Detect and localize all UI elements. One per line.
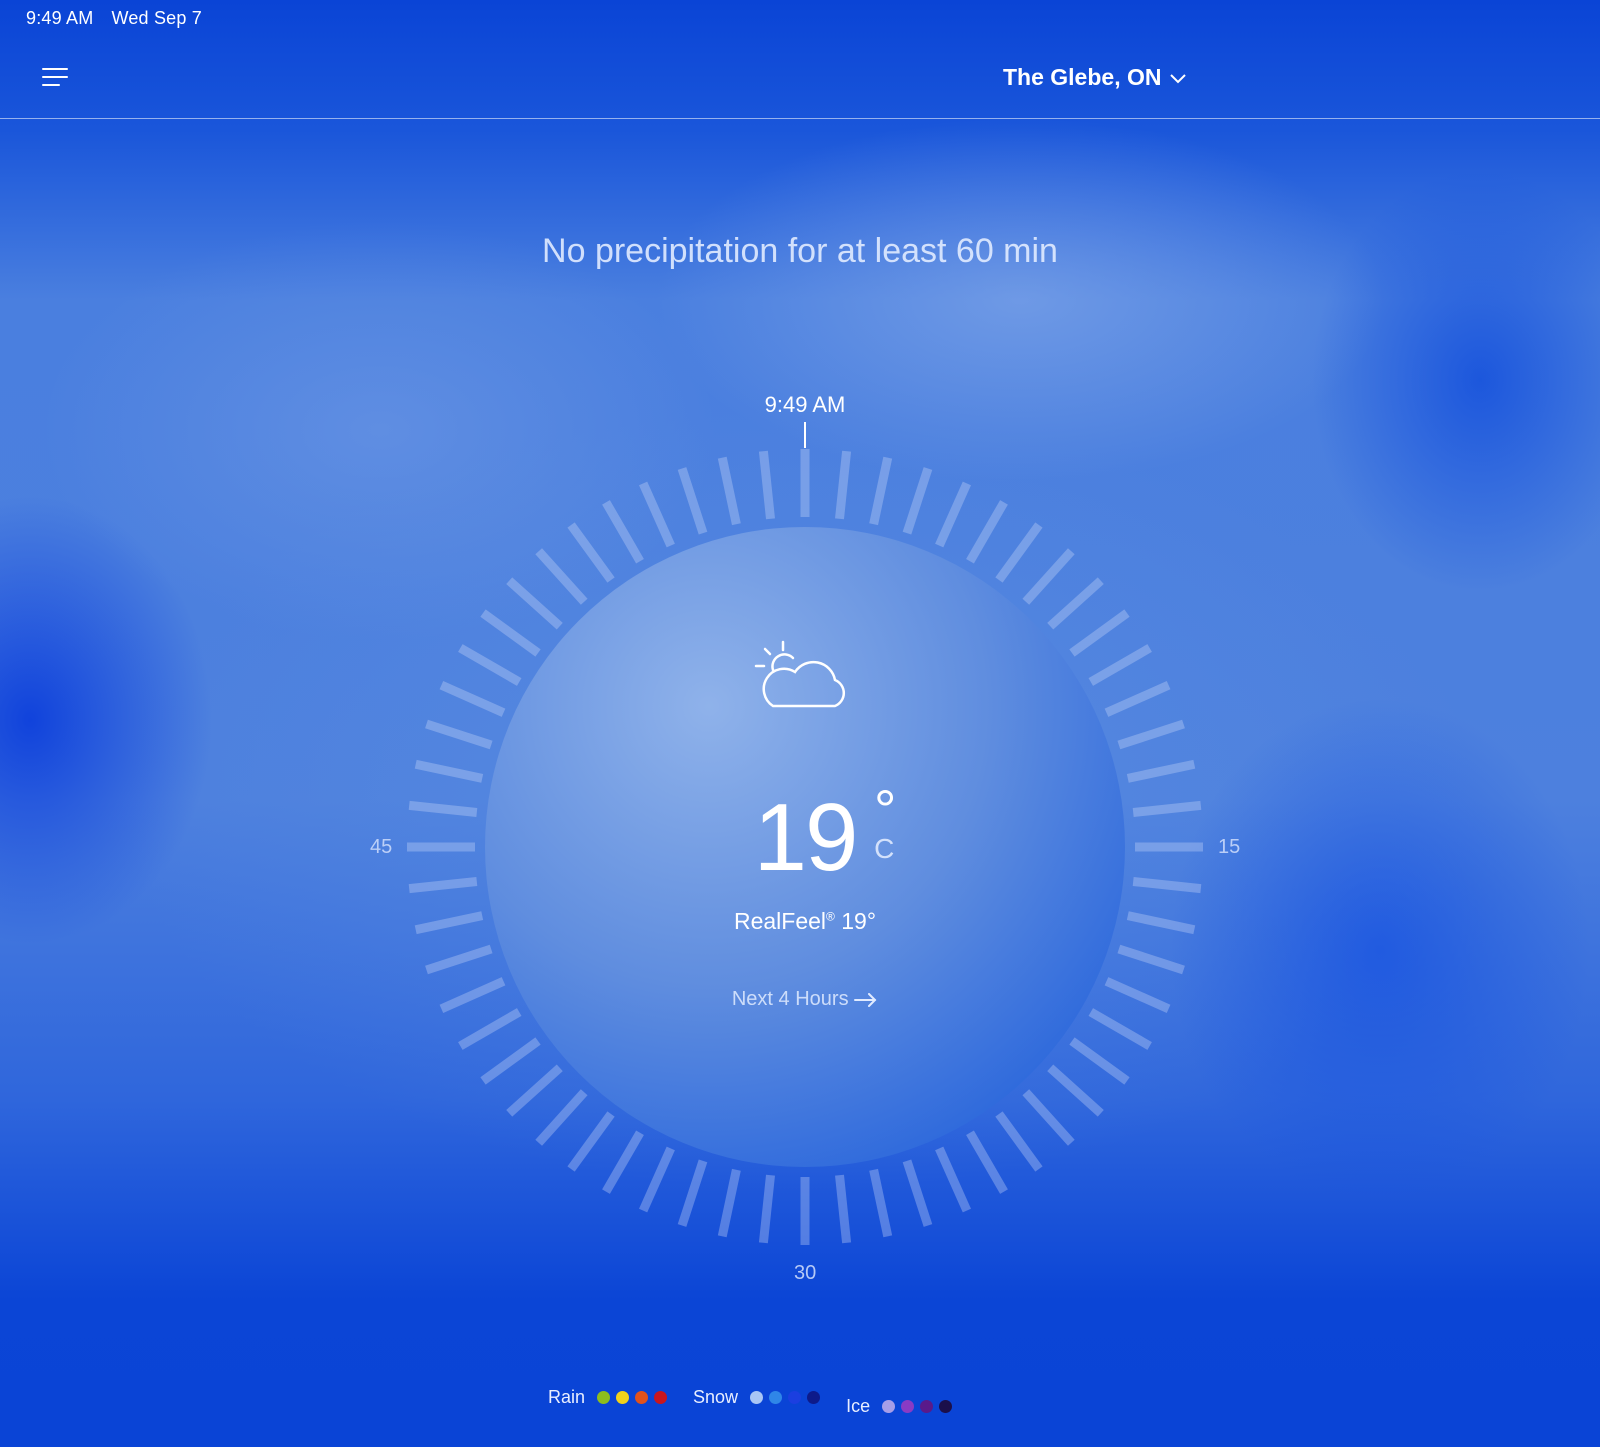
dial-tick bbox=[835, 450, 852, 520]
arrow-right-icon bbox=[854, 992, 877, 1007]
dial-label-45: 45 bbox=[370, 836, 393, 858]
legend-ice: Ice bbox=[846, 1396, 953, 1417]
dial-tick bbox=[758, 1174, 775, 1244]
dial-tick bbox=[677, 467, 708, 535]
dial-label-30: 30 bbox=[794, 1262, 817, 1284]
dial-tick bbox=[717, 456, 741, 526]
legend-color-dot bbox=[750, 1391, 764, 1404]
legend-rain: Rain bbox=[548, 1378, 668, 1417]
dial-tick bbox=[869, 456, 893, 526]
legend-color-dot bbox=[882, 1400, 896, 1413]
realfeel-readout: RealFeel® 19° bbox=[485, 908, 1125, 935]
current-conditions: 19 ° C RealFeel® 19° Next 4 Hours bbox=[485, 528, 1125, 1168]
dial-tick bbox=[677, 1159, 708, 1227]
legend-label: Rain bbox=[548, 1387, 586, 1407]
legend-color-dot bbox=[654, 1391, 668, 1404]
dial-tick bbox=[1126, 759, 1196, 783]
dial-tick bbox=[902, 467, 933, 535]
dial-tick bbox=[869, 1168, 893, 1238]
dial-tick bbox=[425, 944, 493, 975]
realfeel-mark: ® bbox=[826, 909, 835, 924]
legend-color-dot bbox=[769, 1391, 783, 1404]
dial-tick bbox=[1126, 911, 1196, 935]
precipitation-legend: Rain Snow Ice bbox=[548, 1378, 953, 1417]
dial-tick bbox=[414, 759, 484, 783]
realfeel-label: RealFeel bbox=[733, 908, 827, 934]
next-4-hours-label: Next 4 Hours bbox=[731, 988, 849, 1010]
dial-tick bbox=[408, 800, 478, 817]
legend-color-dot bbox=[597, 1391, 611, 1404]
dial-tick bbox=[758, 450, 775, 520]
legend-color-dot bbox=[635, 1391, 649, 1404]
dial-tick bbox=[1132, 800, 1202, 817]
realfeel-value: 19° bbox=[841, 908, 877, 934]
temperature-unit: C bbox=[874, 833, 894, 864]
dial-tick bbox=[408, 877, 478, 894]
dial-tick bbox=[902, 1159, 933, 1227]
dial-tick bbox=[1117, 944, 1185, 975]
temperature-value: 19 bbox=[753, 784, 859, 891]
next-4-hours-link[interactable]: Next 4 Hours bbox=[485, 988, 1125, 1011]
legend-color-dot bbox=[807, 1391, 821, 1404]
temperature-readout: 19 ° C bbox=[485, 778, 1125, 893]
dial-tick bbox=[425, 719, 493, 750]
legend-color-dot bbox=[901, 1400, 915, 1413]
dial-label-15: 15 bbox=[1218, 836, 1241, 858]
dial-tick bbox=[717, 1168, 741, 1238]
legend-color-dot bbox=[939, 1400, 953, 1413]
legend-label: Ice bbox=[846, 1396, 871, 1416]
legend-label: Snow bbox=[693, 1387, 739, 1407]
dial-tick bbox=[414, 911, 484, 935]
legend-snow: Snow bbox=[693, 1378, 821, 1417]
legend-color-dot bbox=[920, 1400, 934, 1413]
dial-tick bbox=[835, 1174, 852, 1244]
dial-tick bbox=[1117, 719, 1185, 750]
legend-color-dot bbox=[788, 1391, 802, 1404]
partly-sunny-cloud-icon bbox=[754, 640, 845, 708]
dial-tick bbox=[1132, 877, 1202, 894]
legend-color-dot bbox=[616, 1391, 630, 1404]
